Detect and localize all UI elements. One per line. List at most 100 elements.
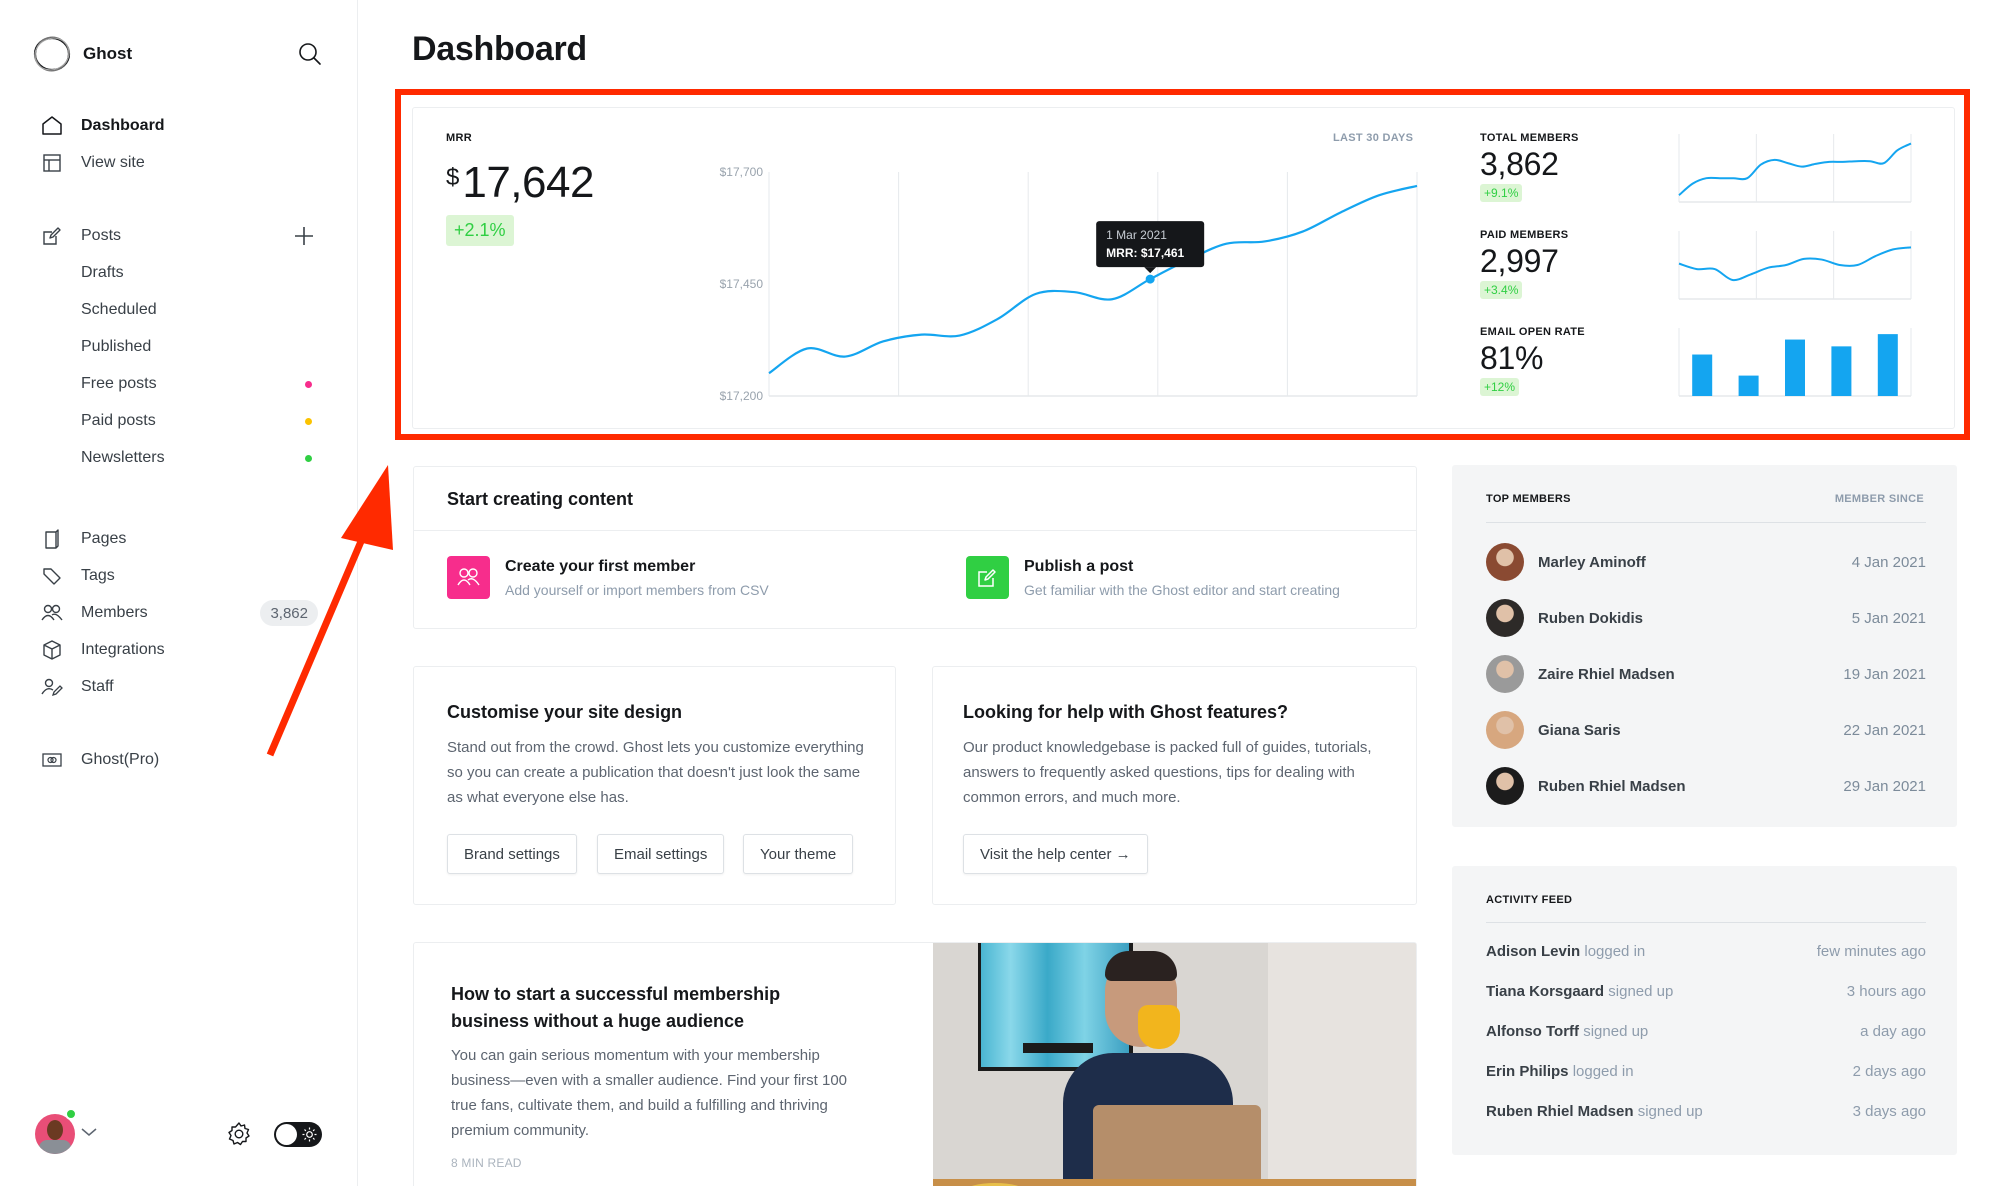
tooltip-value: MRR: $17,461: [1106, 246, 1184, 260]
activity-time: 2 days ago: [1852, 1063, 1926, 1080]
sidebar-item-scheduled[interactable]: Scheduled: [40, 295, 330, 325]
featured-article-card[interactable]: How to start a successful membership bus…: [413, 942, 1417, 1186]
divider: [1486, 522, 1926, 523]
paid-posts-dot: [305, 417, 312, 425]
avatar-shirt: [39, 1140, 71, 1154]
visit-help-center-button[interactable]: Visit the help center →: [963, 834, 1148, 874]
email-open-rate-bar: [1692, 354, 1713, 396]
sidebar-item-label: Members: [81, 604, 148, 621]
activity-member-name: Ruben Rhiel Madsen: [1486, 1103, 1634, 1120]
publish-post-action[interactable]: Publish a post Get familiar with the Gho…: [966, 556, 1406, 602]
help-card: Looking for help with Ghost features? Ou…: [932, 666, 1417, 905]
member-avatar: [1486, 655, 1524, 693]
sidebar-item-free-posts[interactable]: Free posts: [40, 369, 330, 399]
laptop: [1093, 1105, 1261, 1186]
staff-icon: [40, 675, 64, 699]
y-tick-label: $17,700: [720, 165, 764, 179]
gear-icon[interactable]: [226, 1121, 252, 1147]
activity-action: signed up: [1583, 1023, 1649, 1040]
card-title: Looking for help with Ghost features?: [963, 702, 1289, 722]
start-creating-card: Start creating content Create your first…: [413, 466, 1417, 629]
card-body: Stand out from the crowd. Ghost lets you…: [447, 739, 864, 806]
article-title: How to start a successful membership bus…: [451, 984, 781, 1031]
activity-time: a day ago: [1860, 1023, 1926, 1040]
annotation-arrow-icon: [266, 465, 393, 757]
card-title: ACTIVITY FEED: [1486, 894, 1573, 906]
stat-label: EMAIL OPEN RATE: [1480, 326, 1585, 338]
coffee-mug: [1138, 1005, 1180, 1049]
sidebar-item-dashboard[interactable]: Dashboard: [40, 111, 330, 141]
sidebar-item-label: Free posts: [81, 375, 157, 392]
sidebar-item-label: Scheduled: [81, 301, 157, 318]
divider: [414, 530, 1416, 531]
action-title: Publish a post: [1024, 558, 1134, 575]
sidebar-item-drafts[interactable]: Drafts: [40, 258, 330, 288]
member-action-tile: [447, 556, 490, 599]
brand-settings-button[interactable]: Brand settings: [447, 834, 577, 874]
sidebar-item-label: Integrations: [81, 641, 165, 658]
activity-time: 3 days ago: [1852, 1103, 1926, 1120]
cube-icon: [40, 638, 64, 662]
stat-value: 81%: [1480, 340, 1544, 376]
y-tick-label: $17,450: [720, 277, 764, 291]
members-icon: [457, 568, 480, 586]
activity-member-name: Erin Philips: [1486, 1063, 1569, 1080]
sidebar-item-label: Drafts: [81, 264, 124, 281]
activity-member-name: Alfonso Torff: [1486, 1023, 1580, 1040]
activity-row[interactable]: Adison Levin logged in few minutes ago: [1486, 943, 1926, 967]
avatar-face: [47, 1120, 63, 1140]
user-avatar[interactable]: [35, 1114, 75, 1154]
activity-row[interactable]: Erin Philips logged in 2 days ago: [1486, 1063, 1926, 1087]
member-row[interactable]: Marley Aminoff 4 Jan 2021: [1486, 542, 1926, 582]
email-settings-button[interactable]: Email settings: [597, 834, 725, 874]
sparkline-path: [1678, 246, 1912, 282]
card-icon: [40, 748, 64, 772]
sidebar-item-label: View site: [81, 154, 145, 171]
member-since-header: MEMBER SINCE: [1834, 493, 1924, 505]
tag-icon: [40, 564, 64, 588]
dark-mode-toggle[interactable]: [274, 1122, 322, 1147]
mrr-change-badge: +2.1%: [446, 215, 514, 246]
sun-icon: [302, 1127, 317, 1142]
tooltip-date: 1 Mar 2021: [1106, 228, 1167, 242]
member-name: Ruben Rhiel Madsen: [1538, 777, 1686, 795]
activity-row[interactable]: Alfonso Torff signed up a day ago: [1486, 1023, 1926, 1047]
create-first-member-action[interactable]: Create your first member Add yourself or…: [447, 556, 927, 602]
activity-row[interactable]: Tiana Korsgaard signed up 3 hours ago: [1486, 983, 1926, 1007]
member-row[interactable]: Ruben Rhiel Madsen 29 Jan 2021: [1486, 766, 1926, 806]
layout-icon: [40, 151, 64, 175]
activity-action: logged in: [1572, 1063, 1634, 1080]
member-row[interactable]: Giana Saris 22 Jan 2021: [1486, 710, 1926, 750]
sidebar-item-published[interactable]: Published: [40, 332, 330, 362]
article-image: [933, 943, 1416, 1186]
stat-change-badge: +9.1%: [1480, 184, 1523, 202]
activity-row[interactable]: Ruben Rhiel Madsen signed up 3 days ago: [1486, 1103, 1926, 1127]
sidebar-item-paid-posts[interactable]: Paid posts: [40, 406, 330, 436]
sidebar-item-label: Published: [81, 338, 152, 355]
person-hair: [1105, 951, 1177, 981]
brand-name[interactable]: Ghost: [83, 44, 132, 64]
mrr-value: $ 17,642: [446, 158, 594, 208]
chevron-down-icon[interactable]: [80, 1126, 98, 1138]
period-label: LAST 30 DAYS: [1333, 132, 1414, 144]
ghost-logo-icon[interactable]: [32, 34, 72, 74]
your-theme-button[interactable]: Your theme: [743, 834, 854, 874]
activity-time: few minutes ago: [1816, 943, 1926, 960]
activity-member-name: Tiana Korsgaard: [1486, 983, 1605, 1000]
stat-total-members: TOTAL MEMBERS 3,862 +9.1%: [1480, 132, 1579, 202]
edit-icon: [978, 569, 996, 587]
activity-feed-card: ACTIVITY FEED Adison Levin logged in few …: [1452, 866, 1957, 1155]
member-name: Marley Aminoff: [1538, 553, 1646, 571]
stat-paid-members: PAID MEMBERS 2,997 +3.4%: [1480, 229, 1568, 299]
member-row[interactable]: Zaire Rhiel Madsen 19 Jan 2021: [1486, 654, 1926, 694]
member-avatar: [1486, 711, 1524, 749]
new-post-plus-icon[interactable]: [292, 224, 316, 248]
search-icon[interactable]: [296, 40, 324, 68]
activity-time: 3 hours ago: [1846, 983, 1926, 1000]
sidebar-item-posts[interactable]: Posts: [40, 221, 330, 251]
email-open-rate-bar: [1738, 375, 1759, 396]
sidebar-item-view-site[interactable]: View site: [40, 148, 330, 178]
stat-value: 2,997: [1480, 243, 1559, 279]
member-row[interactable]: Ruben Dokidis 5 Jan 2021: [1486, 598, 1926, 638]
free-posts-dot: [305, 380, 312, 388]
